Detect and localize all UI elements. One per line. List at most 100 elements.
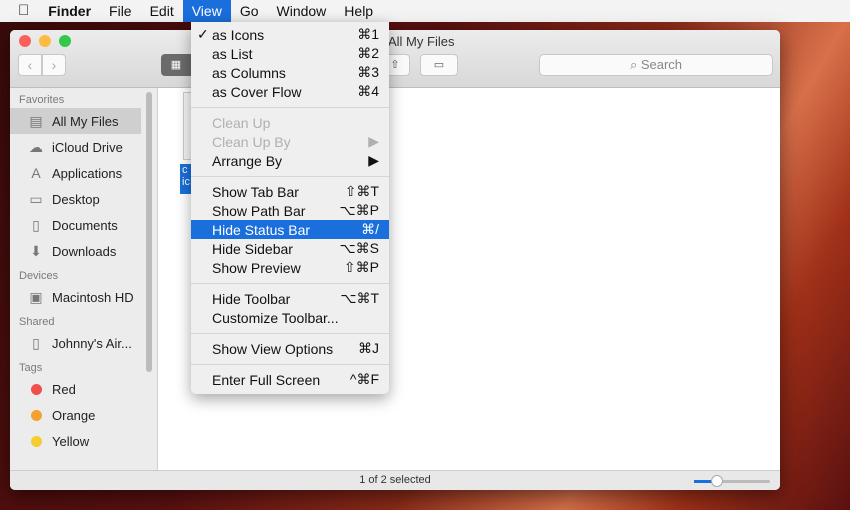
- search-placeholder: Search: [640, 57, 683, 72]
- sidebar-item-downloads[interactable]: ⬇ Downloads: [10, 238, 141, 264]
- close-button[interactable]: [19, 35, 31, 47]
- downloads-icon: ⬇: [30, 242, 42, 259]
- menu-item-shortcut: ^⌘F: [349, 371, 379, 387]
- menu-item-shortcut: ⌘/: [361, 221, 379, 237]
- menu-item-shortcut: ⌘2: [357, 45, 379, 61]
- section-shared: Shared: [19, 316, 55, 328]
- menu-edit[interactable]: Edit: [141, 0, 183, 22]
- menu-go[interactable]: Go: [231, 0, 268, 22]
- menu-finder[interactable]: Finder: [39, 0, 100, 22]
- zoom-button[interactable]: [59, 35, 71, 47]
- menu-window[interactable]: Window: [268, 0, 336, 22]
- section-favorites: Favorites: [19, 94, 65, 106]
- menu-item-as-list[interactable]: as List ⌘2: [191, 44, 389, 63]
- menu-item-label: Hide Status Bar: [212, 221, 311, 238]
- minimize-button[interactable]: [39, 35, 51, 47]
- hard-drive-icon: ▣: [29, 288, 43, 305]
- search-icon: ⌕: [629, 57, 641, 72]
- icon-view-button[interactable]: ▦: [161, 54, 191, 76]
- checkmark-icon: ✓: [197, 26, 209, 42]
- menu-bar:  Finder File Edit View Go Window Help: [0, 0, 850, 22]
- menu-item-label: Show Preview: [212, 259, 301, 276]
- apple-menu-icon[interactable]: : [0, 0, 39, 22]
- tag-label: Orange: [52, 407, 96, 423]
- slider-knob[interactable]: [710, 475, 723, 487]
- menu-item-hide-toolbar[interactable]: Hide Toolbar ⌥⌘T: [191, 289, 389, 308]
- icon-size-slider[interactable]: [694, 475, 770, 487]
- menu-item-label: Enter Full Screen: [212, 371, 321, 388]
- all-files-icon: ▤: [29, 112, 43, 129]
- menu-help[interactable]: Help: [335, 0, 382, 22]
- tag-label: Yellow: [52, 433, 90, 449]
- menu-item-as-cover-flow[interactable]: as Cover Flow ⌘4: [191, 82, 389, 101]
- menu-item-show-view-options[interactable]: Show View Options ⌘J: [191, 339, 389, 358]
- menu-item-shortcut: ⇧⌘T: [344, 183, 379, 199]
- tag-label: Red: [52, 381, 76, 397]
- sidebar-tag-red[interactable]: Red: [10, 376, 141, 402]
- tag-color-icon: [31, 383, 42, 395]
- forward-button[interactable]: ›: [42, 54, 66, 76]
- menu-item-clean-up: Clean Up: [191, 113, 389, 132]
- tag-color-icon: [31, 409, 42, 421]
- menu-item-label: Arrange By: [212, 152, 283, 169]
- sidebar-item-label: Johnny's Air...: [52, 335, 132, 351]
- menu-item-hide-sidebar[interactable]: Hide Sidebar ⌥⌘S: [191, 239, 389, 258]
- menu-item-label: Hide Toolbar: [212, 290, 291, 307]
- laptop-icon: ▯: [32, 334, 40, 351]
- tag-color-icon: [31, 435, 42, 447]
- menu-item-shortcut: ⌘3: [357, 64, 379, 80]
- sidebar-tag-yellow[interactable]: Yellow: [10, 428, 141, 454]
- menu-item-shortcut: ▶: [368, 133, 379, 149]
- search-input[interactable]: ⌕ Search: [539, 54, 773, 76]
- menu-item-show-path-bar[interactable]: Show Path Bar ⌥⌘P: [191, 201, 389, 220]
- menu-view[interactable]: View: [182, 0, 231, 22]
- menu-item-label: Show View Options: [212, 340, 334, 357]
- menu-item-label: as List: [212, 45, 253, 62]
- menu-item-label: Clean Up By: [212, 133, 291, 150]
- menu-item-label: Hide Sidebar: [212, 240, 293, 257]
- section-tags: Tags: [19, 362, 43, 374]
- menu-item-show-preview[interactable]: Show Preview ⇧⌘P: [191, 258, 389, 277]
- window-title: All My Files: [388, 34, 455, 49]
- menu-item-label: Customize Toolbar...: [212, 309, 339, 326]
- menu-item-customize-toolbar[interactable]: Customize Toolbar...: [191, 308, 389, 327]
- menu-item-label: as Icons: [212, 26, 265, 43]
- back-button[interactable]: ‹: [18, 54, 42, 76]
- sidebar-item-desktop[interactable]: ▭ Desktop: [10, 186, 141, 212]
- menu-separator: [191, 333, 389, 334]
- menu-item-shortcut: ⌘J: [358, 340, 379, 356]
- menu-item-shortcut: ⌥⌘S: [339, 240, 379, 256]
- menu-item-as-icons[interactable]: ✓ as Icons ⌘1: [191, 25, 389, 44]
- status-text: 1 of 2 selected: [359, 474, 431, 486]
- sidebar-scrollbar[interactable]: [146, 92, 152, 372]
- sidebar-item-label: iCloud Drive: [52, 139, 123, 155]
- sidebar-tag-orange[interactable]: Orange: [10, 402, 141, 428]
- applications-icon: A: [31, 165, 41, 181]
- menu-item-hide-status-bar[interactable]: Hide Status Bar ⌘/: [191, 220, 389, 239]
- menu-file[interactable]: File: [100, 0, 141, 22]
- menu-item-show-tab-bar[interactable]: Show Tab Bar ⇧⌘T: [191, 182, 389, 201]
- sidebar-item-label: Macintosh HD: [52, 289, 134, 305]
- menu-item-arrange-by[interactable]: Arrange By ▶: [191, 151, 389, 170]
- sidebar-item-label: Desktop: [52, 191, 100, 207]
- sidebar-item-applications[interactable]: A Applications: [10, 160, 141, 186]
- menu-separator: [191, 107, 389, 108]
- sidebar-item-documents[interactable]: ▯ Documents: [10, 212, 141, 238]
- sidebar-item-macintosh-hd[interactable]: ▣ Macintosh HD: [10, 284, 141, 310]
- sidebar-item-label: Applications: [52, 165, 123, 181]
- status-bar: 1 of 2 selected: [10, 470, 780, 490]
- sidebar-item-johnny-s-air[interactable]: ▯ Johnny's Air...: [10, 330, 141, 356]
- toolbar: All My Files ‹ › ▦ ⇧ ▭ ⌕ Search: [10, 30, 780, 88]
- menu-item-as-columns[interactable]: as Columns ⌘3: [191, 63, 389, 82]
- sidebar: Favorites ▤ All My Files ☁ iCloud Drive A App…: [10, 88, 158, 470]
- menu-item-label: Show Tab Bar: [212, 183, 299, 200]
- menu-item-enter-full-screen[interactable]: Enter Full Screen ^⌘F: [191, 370, 389, 389]
- sidebar-item-all-my-files[interactable]: ▤ All My Files: [10, 108, 141, 134]
- sidebar-item-icloud-drive[interactable]: ☁ iCloud Drive: [10, 134, 141, 160]
- finder-window: All My Files ‹ › ▦ ⇧ ▭ ⌕ Search Favorite…: [10, 30, 780, 490]
- menu-item-label: Clean Up: [212, 114, 271, 131]
- tags-button[interactable]: ▭: [420, 54, 458, 76]
- cloud-icon: ☁: [29, 138, 43, 155]
- menu-item-label: as Columns: [212, 64, 286, 81]
- menu-item-shortcut: ⇧⌘P: [343, 259, 379, 275]
